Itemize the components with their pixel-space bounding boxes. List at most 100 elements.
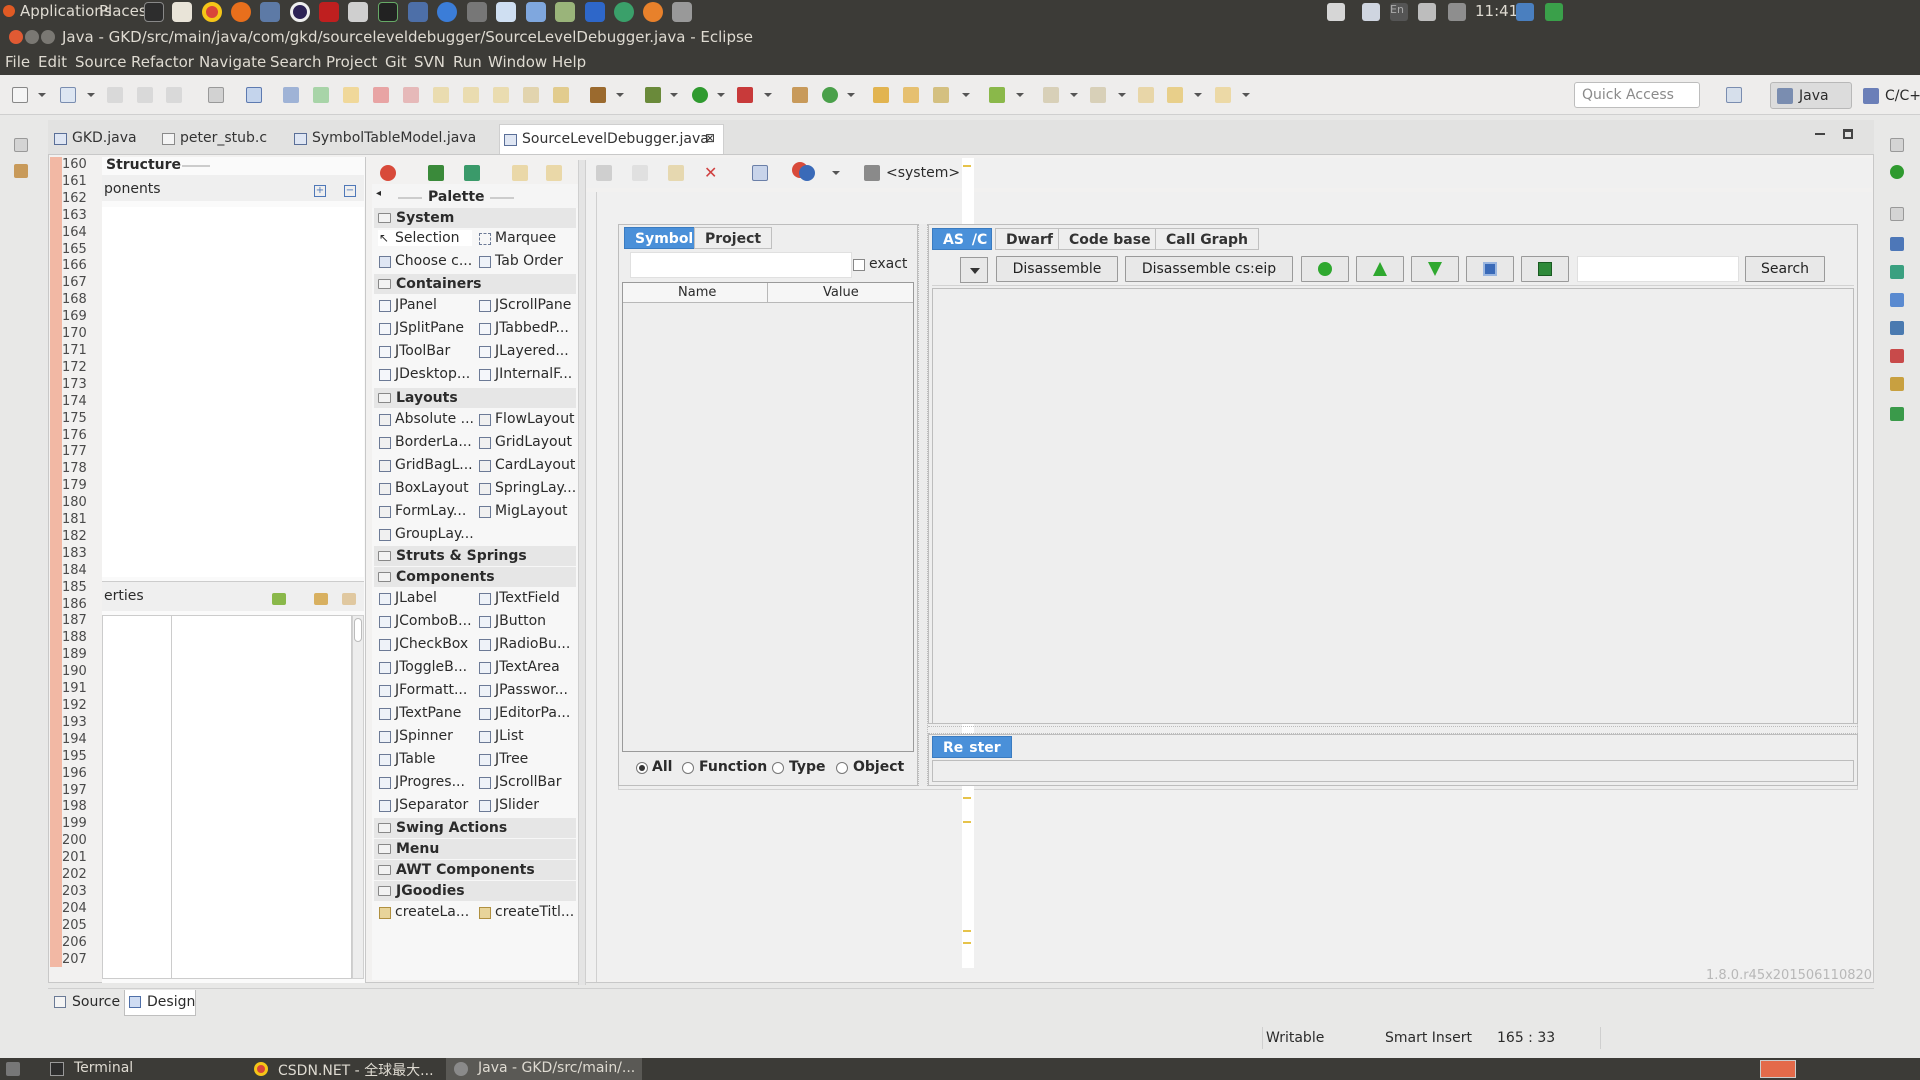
- search-toolbar-icon[interactable]: [933, 87, 949, 103]
- palette-item[interactable]: GridBagL...: [378, 457, 478, 473]
- palette-item[interactable]: JPanel: [378, 297, 478, 313]
- copy-icon[interactable]: [632, 165, 648, 181]
- last-edit-icon[interactable]: [1138, 87, 1154, 103]
- progress-view-icon[interactable]: [1890, 407, 1904, 421]
- menu-project[interactable]: Project: [326, 53, 377, 71]
- mail-icon[interactable]: [1418, 3, 1436, 21]
- palette-item[interactable]: FormLay...: [378, 503, 478, 519]
- power-icon[interactable]: [1545, 3, 1563, 21]
- address-combo[interactable]: [960, 257, 988, 283]
- eclipse-launcher-icon[interactable]: [290, 2, 310, 22]
- use-step-filters-icon[interactable]: [553, 87, 569, 103]
- palette-item[interactable]: JTree: [478, 751, 578, 767]
- tab-asm[interactable]: AS/C: [932, 228, 992, 250]
- disassemble-button[interactable]: Disassemble: [996, 256, 1118, 282]
- new-dropdown-icon[interactable]: [38, 93, 46, 97]
- palette-item[interactable]: JDesktop...: [378, 366, 478, 382]
- palette-item[interactable]: JProgres...: [378, 774, 478, 790]
- palette-item-tab-order[interactable]: Tab Order: [478, 253, 578, 269]
- palette-item[interactable]: GridLayout: [478, 434, 578, 450]
- menu-file[interactable]: File: [5, 53, 30, 71]
- radio-function[interactable]: [682, 762, 694, 774]
- drop-frame-icon[interactable]: [523, 87, 539, 103]
- calculator-launcher-icon[interactable]: [555, 2, 575, 22]
- step-into-icon[interactable]: [433, 87, 449, 103]
- new-class-dropdown-icon[interactable]: [847, 93, 855, 97]
- save-icon[interactable]: [107, 87, 123, 103]
- step-over-icon[interactable]: [463, 87, 479, 103]
- run-dropdown-icon[interactable]: [717, 93, 725, 97]
- restore-defaults-icon[interactable]: [342, 593, 356, 605]
- tab-gkd-java[interactable]: GKD.java: [50, 124, 150, 154]
- tasks-view-icon[interactable]: [1890, 377, 1904, 391]
- palette-item[interactable]: BorderLa...: [378, 434, 478, 450]
- palette-category-components[interactable]: Components: [374, 567, 576, 587]
- window-builder-icon[interactable]: [590, 87, 606, 103]
- java-perspective-button[interactable]: Java: [1770, 82, 1852, 109]
- exact-checkbox[interactable]: [853, 259, 865, 271]
- palette-category-jgoodies[interactable]: JGoodies: [374, 881, 576, 901]
- disassemble-cseip-button[interactable]: Disassemble cs:eip: [1125, 256, 1293, 282]
- palette-item[interactable]: JToolBar: [378, 343, 478, 359]
- paste-icon[interactable]: [668, 165, 684, 181]
- close-window-button[interactable]: [9, 30, 23, 44]
- palette-item[interactable]: JTabbedP...: [478, 320, 578, 336]
- chrome-launcher-icon[interactable]: [202, 2, 222, 22]
- disassembly-view[interactable]: [932, 288, 1854, 724]
- palette-item[interactable]: JInternalF...: [478, 366, 578, 382]
- browser-launcher-icon[interactable]: [614, 2, 634, 22]
- search-button[interactable]: Search: [1745, 256, 1825, 282]
- column-name[interactable]: Name: [678, 285, 716, 300]
- tab-project[interactable]: Project: [694, 227, 773, 249]
- coverage-icon[interactable]: [737, 87, 753, 103]
- tab-code-base[interactable]: Code base: [1058, 228, 1162, 250]
- palette-item[interactable]: JLayered...: [478, 343, 578, 359]
- menu-run[interactable]: Run: [453, 53, 482, 71]
- new-java-class-icon[interactable]: [822, 87, 838, 103]
- look-and-feel-icon[interactable]: [799, 165, 815, 181]
- show-desktop-icon[interactable]: [6, 1062, 20, 1076]
- text-editor-launcher-icon[interactable]: [172, 2, 192, 22]
- palette-item[interactable]: JComboB...: [378, 613, 478, 629]
- radio-type[interactable]: [772, 762, 784, 774]
- prev-annotation-dropdown-icon[interactable]: [1118, 93, 1126, 97]
- split-pane-divider[interactable]: [918, 224, 928, 786]
- palette-item[interactable]: JScrollBar: [478, 774, 578, 790]
- suspend-icon[interactable]: [343, 87, 359, 103]
- palette-item[interactable]: JTextField: [478, 590, 578, 606]
- tab-source[interactable]: Source: [50, 990, 124, 1016]
- new-java-package-icon[interactable]: [792, 87, 808, 103]
- menu-git[interactable]: Git: [385, 53, 407, 71]
- clock[interactable]: 11:41: [1475, 2, 1518, 20]
- symbol-search-field[interactable]: [630, 252, 852, 278]
- radio-type-label[interactable]: Type: [789, 759, 826, 775]
- app-launcher-icon[interactable]: [672, 2, 692, 22]
- palette-item[interactable]: JCheckBox: [378, 636, 478, 652]
- cube-launcher-icon[interactable]: [526, 2, 546, 22]
- firefox-launcher-icon[interactable]: [231, 2, 251, 22]
- glasses-launcher-icon[interactable]: [467, 2, 487, 22]
- test-gui-icon[interactable]: [380, 165, 396, 181]
- system-laf-icon[interactable]: [864, 165, 880, 181]
- menu-svn[interactable]: SVN: [414, 53, 445, 71]
- restore-right2-icon[interactable]: [1890, 207, 1904, 221]
- new-project-dropdown-icon[interactable]: [87, 93, 95, 97]
- tab-design[interactable]: Design: [124, 990, 196, 1016]
- minimize-editor-icon[interactable]: [1815, 133, 1825, 135]
- delete-icon[interactable]: ✕: [704, 165, 720, 181]
- blender-launcher-icon[interactable]: [643, 2, 663, 22]
- palette-item[interactable]: JFormatt...: [378, 682, 478, 698]
- menu-source[interactable]: Source: [75, 53, 127, 71]
- terminate-icon[interactable]: [373, 87, 389, 103]
- menu-navigate[interactable]: Navigate: [199, 53, 266, 71]
- filezilla-launcher-icon[interactable]: [319, 2, 339, 22]
- properties-table[interactable]: [102, 615, 352, 979]
- radio-all-label[interactable]: All: [652, 759, 672, 775]
- maximize-window-button[interactable]: [41, 30, 55, 44]
- palette-item[interactable]: JPasswor...: [478, 682, 578, 698]
- redo-icon[interactable]: [546, 165, 562, 181]
- symbol-table[interactable]: Name Value: [622, 282, 914, 752]
- palette-category-struts-springs[interactable]: Struts & Springs: [374, 546, 576, 566]
- ubuntu-logo-icon[interactable]: [3, 5, 15, 17]
- debug-dropdown-icon[interactable]: [670, 93, 678, 97]
